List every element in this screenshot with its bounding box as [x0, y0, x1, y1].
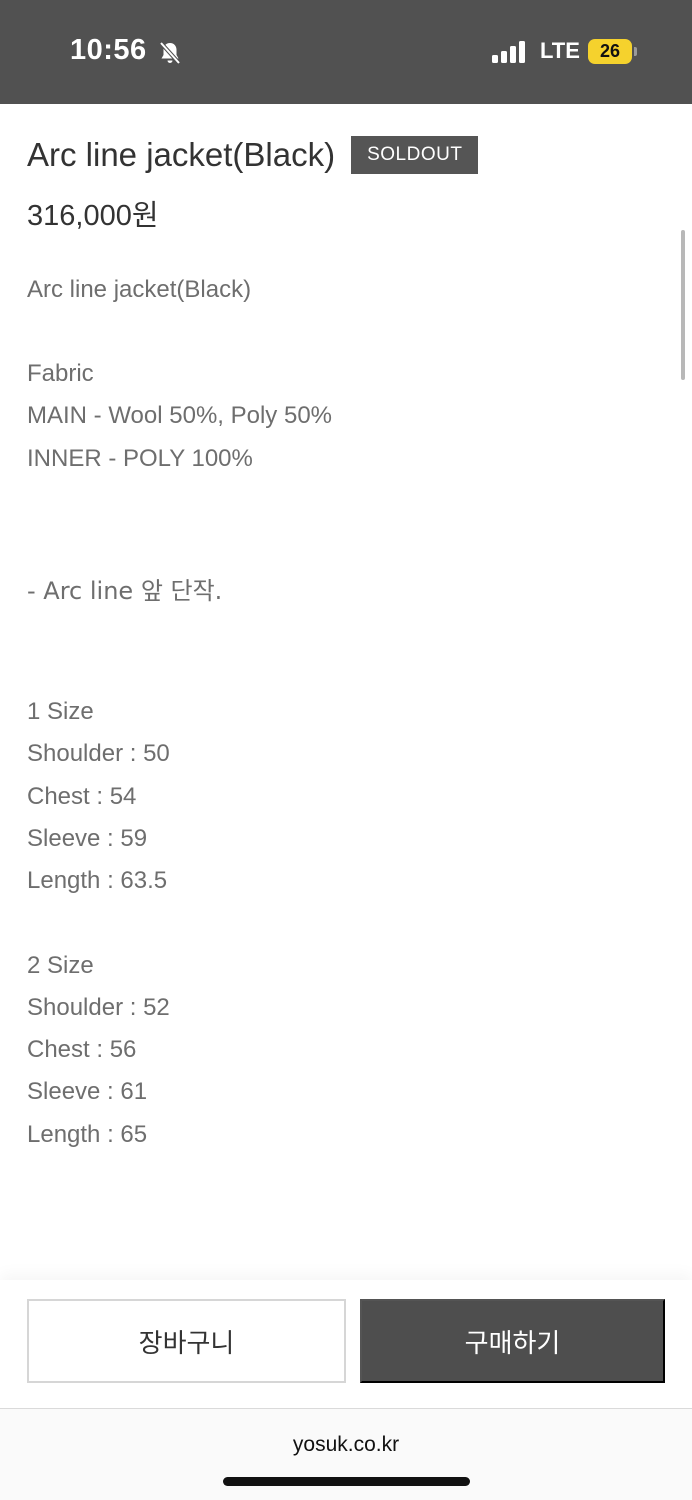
size-chest: Chest : 54 — [27, 783, 137, 810]
soldout-badge: SOLDOUT — [351, 136, 479, 174]
size-chest: Chest : 56 — [27, 1036, 137, 1063]
scrollbar[interactable] — [681, 230, 685, 380]
product-price: 316,000원 — [27, 200, 159, 232]
size-length: Length : 65 — [27, 1121, 148, 1148]
home-indicator[interactable] — [223, 1477, 470, 1486]
fabric-main: MAIN - Wool 50%, Poly 50% — [27, 402, 333, 429]
battery-level: 26 — [599, 41, 621, 61]
signal-icon — [492, 41, 525, 63]
bottom-action-bar: 장바구니 구매하기 — [0, 1280, 692, 1410]
network-label: LTE — [540, 38, 580, 63]
fabric-heading: Fabric — [27, 360, 94, 387]
bell-slash-icon — [159, 41, 181, 65]
battery-icon: 26 — [588, 39, 632, 64]
battery-tip — [634, 47, 637, 56]
size-shoulder: Shoulder : 50 — [27, 740, 170, 767]
add-to-cart-button[interactable]: 장바구니 — [27, 1299, 346, 1383]
size-heading: 1 Size — [27, 698, 94, 725]
size-shoulder: Shoulder : 52 — [27, 994, 170, 1021]
size-sleeve: Sleeve : 59 — [27, 825, 148, 852]
size-sleeve: Sleeve : 61 — [27, 1078, 148, 1105]
size-length: Length : 63.5 — [27, 867, 168, 894]
url-text[interactable]: yosuk.co.kr — [0, 1433, 692, 1457]
buy-now-button[interactable]: 구매하기 — [360, 1299, 665, 1383]
product-content[interactable]: Arc line jacket(Black) SOLDOUT 316,000원 … — [0, 104, 692, 1280]
title-row: Arc line jacket(Black) SOLDOUT — [27, 136, 479, 174]
browser-url-bar[interactable]: yosuk.co.kr — [0, 1408, 692, 1500]
fabric-inner: INNER - POLY 100% — [27, 445, 253, 472]
detail-note: - Arc line 앞 단작. — [27, 577, 223, 605]
status-time: 10:56 — [70, 34, 147, 66]
status-bar: 10:56 LTE 26 — [0, 0, 692, 104]
size-heading: 2 Size — [27, 952, 94, 979]
description-name: Arc line jacket(Black) — [27, 276, 252, 303]
product-title: Arc line jacket(Black) — [27, 136, 336, 173]
